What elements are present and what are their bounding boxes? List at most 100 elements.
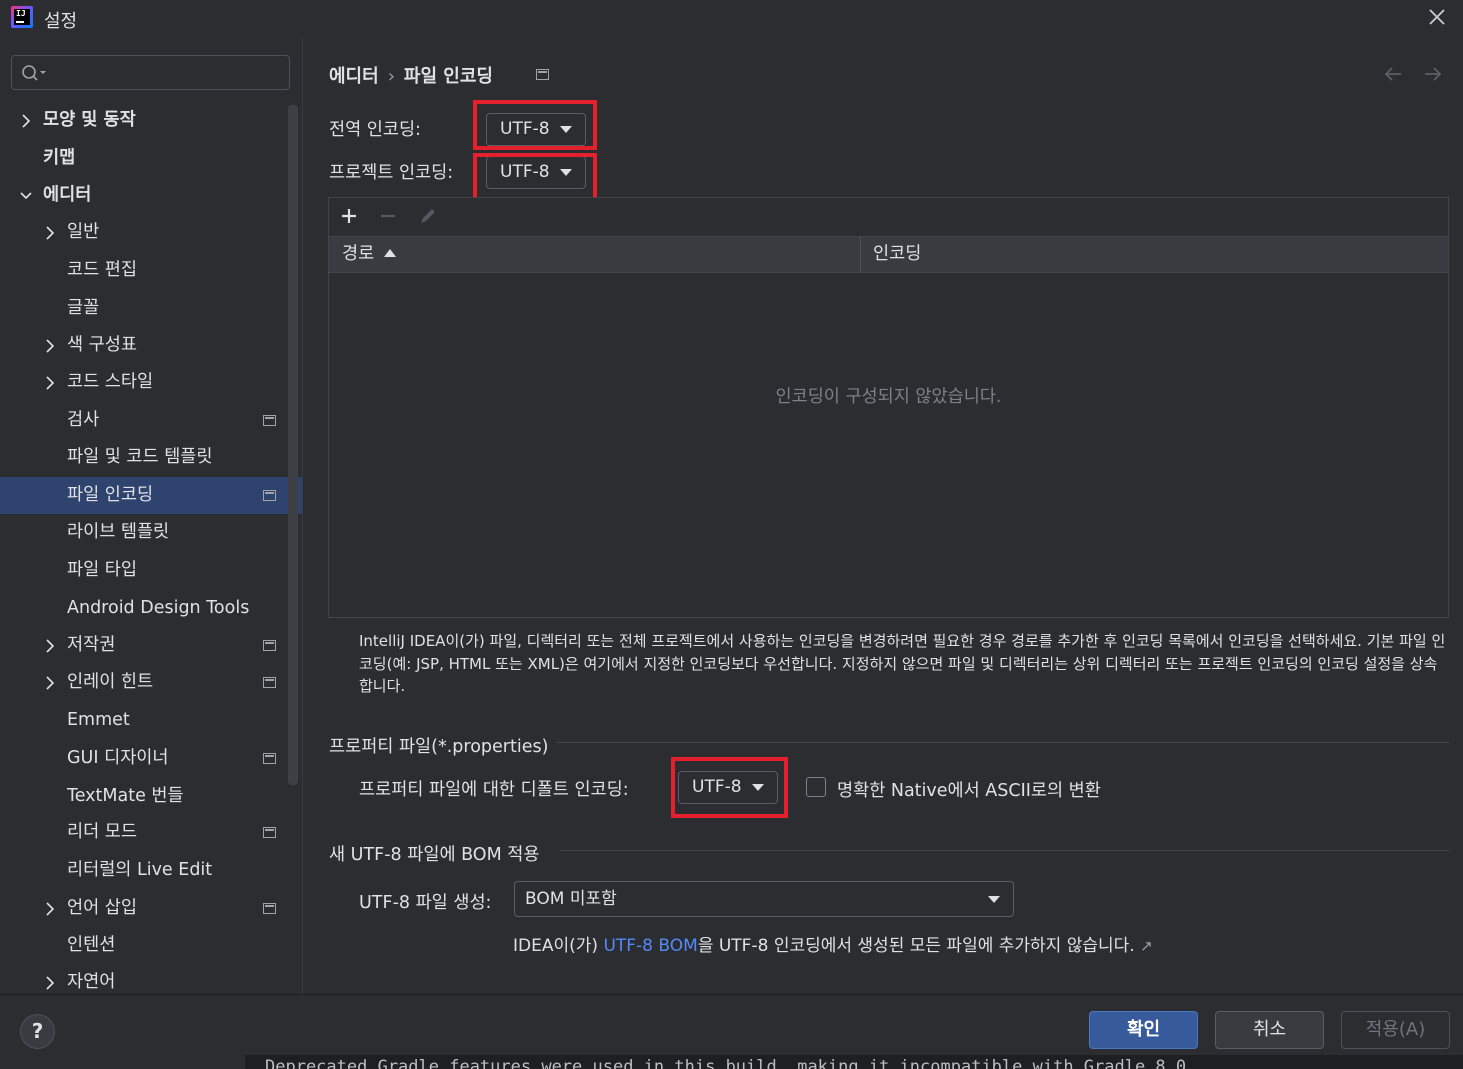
sidebar-item-label: 일반 (67, 222, 100, 242)
sidebar-item-8[interactable]: 검사 (0, 402, 288, 439)
sidebar-scrollbar[interactable] (288, 105, 298, 785)
sidebar-item-13[interactable]: Android Design Tools (0, 590, 288, 627)
cancel-button[interactable]: 취소 (1215, 1011, 1324, 1049)
bom-create-select[interactable]: BOM 미포함 (514, 881, 1014, 917)
project-encoding-label: 프로젝트 인코딩: (329, 163, 454, 183)
chevron-right-icon[interactable] (44, 902, 56, 916)
sidebar-item-label: 리더 모드 (67, 822, 137, 842)
sidebar-item-label: 검사 (67, 410, 100, 430)
sidebar-item-label: 언어 삽입 (67, 898, 137, 918)
breadcrumb-parent[interactable]: 에디터 (329, 66, 379, 87)
sidebar-item-label: 리터럴의 Live Edit (67, 860, 213, 880)
properties-default-encoding-label: 프로퍼티 파일에 대한 디폴트 인코딩: (359, 780, 629, 800)
forward-arrow-icon[interactable] (1421, 62, 1445, 86)
chevron-right-icon[interactable] (44, 639, 56, 653)
table-empty-text: 인코딩이 구성되지 않았습니다. (775, 387, 1002, 407)
ok-button[interactable]: 확인 (1089, 1011, 1198, 1049)
add-icon[interactable] (337, 204, 361, 228)
dialog-footer: ? 확인 취소 적용(A) Deprecated Gradle features… (0, 994, 1463, 1069)
project-scope-icon (536, 69, 549, 80)
chevron-right-icon[interactable] (20, 114, 32, 128)
column-path-label: 경로 (342, 244, 375, 264)
sidebar-item-label: 인텐션 (67, 935, 116, 955)
sidebar-item-17[interactable]: GUI 디자이너 (0, 740, 288, 777)
sidebar-item-label: 인레이 힌트 (67, 672, 154, 692)
sort-ascending-icon (384, 249, 397, 257)
sidebar-item-label: 코드 스타일 (67, 372, 154, 392)
project-scope-icon (263, 753, 276, 764)
sidebar-item-0[interactable]: 모양 및 동작 (0, 102, 288, 139)
close-icon[interactable] (1425, 5, 1449, 29)
sidebar-item-21[interactable]: 언어 삽입 (0, 890, 288, 927)
intellij-logo-icon: IJ (11, 6, 33, 28)
settings-search-input[interactable] (11, 55, 290, 90)
column-header-path[interactable]: 경로 (342, 237, 397, 272)
sidebar-item-4[interactable]: 코드 편집 (0, 252, 288, 289)
table-header: 경로 인코딩 (329, 236, 1448, 273)
chevron-down-icon (988, 896, 1000, 903)
sidebar-item-label: Android Design Tools (67, 598, 250, 618)
sidebar-item-18[interactable]: TextMate 번들 (0, 778, 288, 815)
help-button[interactable]: ? (20, 1014, 55, 1049)
settings-sidebar: 모양 및 동작키맵에디터일반코드 편집글꼴색 구성표코드 스타일검사파일 및 코… (0, 38, 302, 994)
chevron-right-icon[interactable] (44, 339, 56, 353)
breadcrumb-current: 파일 인코딩 (403, 66, 493, 87)
edit-icon[interactable] (416, 204, 440, 228)
sidebar-item-label: 글꼴 (67, 298, 100, 318)
highlight-box-global (473, 100, 597, 150)
sidebar-item-16[interactable]: Emmet (0, 702, 288, 739)
sidebar-item-1[interactable]: 키맵 (0, 140, 288, 177)
sidebar-item-20[interactable]: 리터럴의 Live Edit (0, 852, 288, 889)
console-text: Deprecated Gradle features were used in … (265, 1057, 1187, 1069)
sidebar-item-label: GUI 디자이너 (67, 748, 169, 768)
sidebar-item-label: 모양 및 동작 (43, 110, 136, 130)
sidebar-item-10[interactable]: 파일 인코딩 (0, 477, 302, 514)
sidebar-item-6[interactable]: 색 구성표 (0, 327, 288, 364)
column-header-encoding[interactable]: 인코딩 (873, 237, 921, 272)
chevron-down-icon[interactable] (20, 189, 32, 203)
search-icon (22, 65, 46, 81)
project-scope-icon (263, 677, 276, 688)
bom-note: IDEA이(가) UTF-8 BOM을 UTF-8 인코딩에서 생성된 모든 파… (513, 931, 1153, 956)
utf8-bom-link[interactable]: UTF-8 BOM (603, 936, 697, 956)
chevron-right-icon[interactable] (44, 226, 56, 240)
column-divider[interactable] (860, 237, 861, 272)
sidebar-item-15[interactable]: 인레이 힌트 (0, 664, 288, 701)
window-title: 설정 (44, 11, 78, 32)
sidebar-item-3[interactable]: 일반 (0, 214, 288, 251)
sidebar-item-11[interactable]: 라이브 템플릿 (0, 514, 288, 551)
apply-button[interactable]: 적용(A) (1341, 1011, 1450, 1049)
breadcrumb: 에디터 › 파일 인코딩 (329, 62, 493, 88)
sidebar-item-7[interactable]: 코드 스타일 (0, 364, 288, 401)
title-bar: IJ 설정 (0, 0, 1463, 38)
back-arrow-icon[interactable] (1381, 62, 1405, 86)
chevron-right-icon[interactable] (44, 976, 56, 990)
sidebar-item-label: 키맵 (43, 148, 76, 168)
sidebar-item-label: 라이브 템플릿 (67, 522, 170, 542)
native-to-ascii-label[interactable]: 명확한 Native에서 ASCII로의 변환 (837, 777, 1101, 802)
project-scope-icon (263, 827, 276, 838)
sidebar-item-12[interactable]: 파일 타입 (0, 552, 288, 589)
bom-section-title: 새 UTF-8 파일에 BOM 적용 (329, 845, 540, 865)
native-to-ascii-checkbox[interactable] (806, 777, 826, 797)
chevron-right-icon[interactable] (44, 376, 56, 390)
sidebar-item-label: 파일 및 코드 템플릿 (67, 447, 213, 467)
project-scope-icon (263, 490, 276, 501)
sidebar-item-label: 저작권 (67, 635, 116, 655)
bom-create-value: BOM 미포함 (525, 889, 617, 909)
sidebar-item-label: Emmet (67, 710, 130, 730)
sidebar-item-9[interactable]: 파일 및 코드 템플릿 (0, 439, 288, 476)
sidebar-item-19[interactable]: 리더 모드 (0, 814, 288, 851)
sidebar-item-14[interactable]: 저작권 (0, 627, 288, 664)
background-console: Deprecated Gradle features were used in … (245, 1055, 1463, 1069)
sidebar-item-2[interactable]: 에디터 (0, 177, 288, 214)
bom-note-prefix: IDEA이(가) (513, 936, 604, 956)
remove-icon[interactable] (376, 204, 400, 228)
global-encoding-label: 전역 인코딩: (329, 120, 421, 140)
chevron-right-icon[interactable] (44, 676, 56, 690)
sidebar-item-22[interactable]: 인텐션 (0, 927, 288, 964)
sidebar-item-label: TextMate 번들 (67, 786, 184, 806)
sidebar-item-5[interactable]: 글꼴 (0, 290, 288, 327)
breadcrumb-separator: › (387, 66, 395, 87)
encoding-help-text: IntelliJ IDEA이(가) 파일, 디렉터리 또는 전체 프로젝트에서 … (359, 632, 1446, 695)
